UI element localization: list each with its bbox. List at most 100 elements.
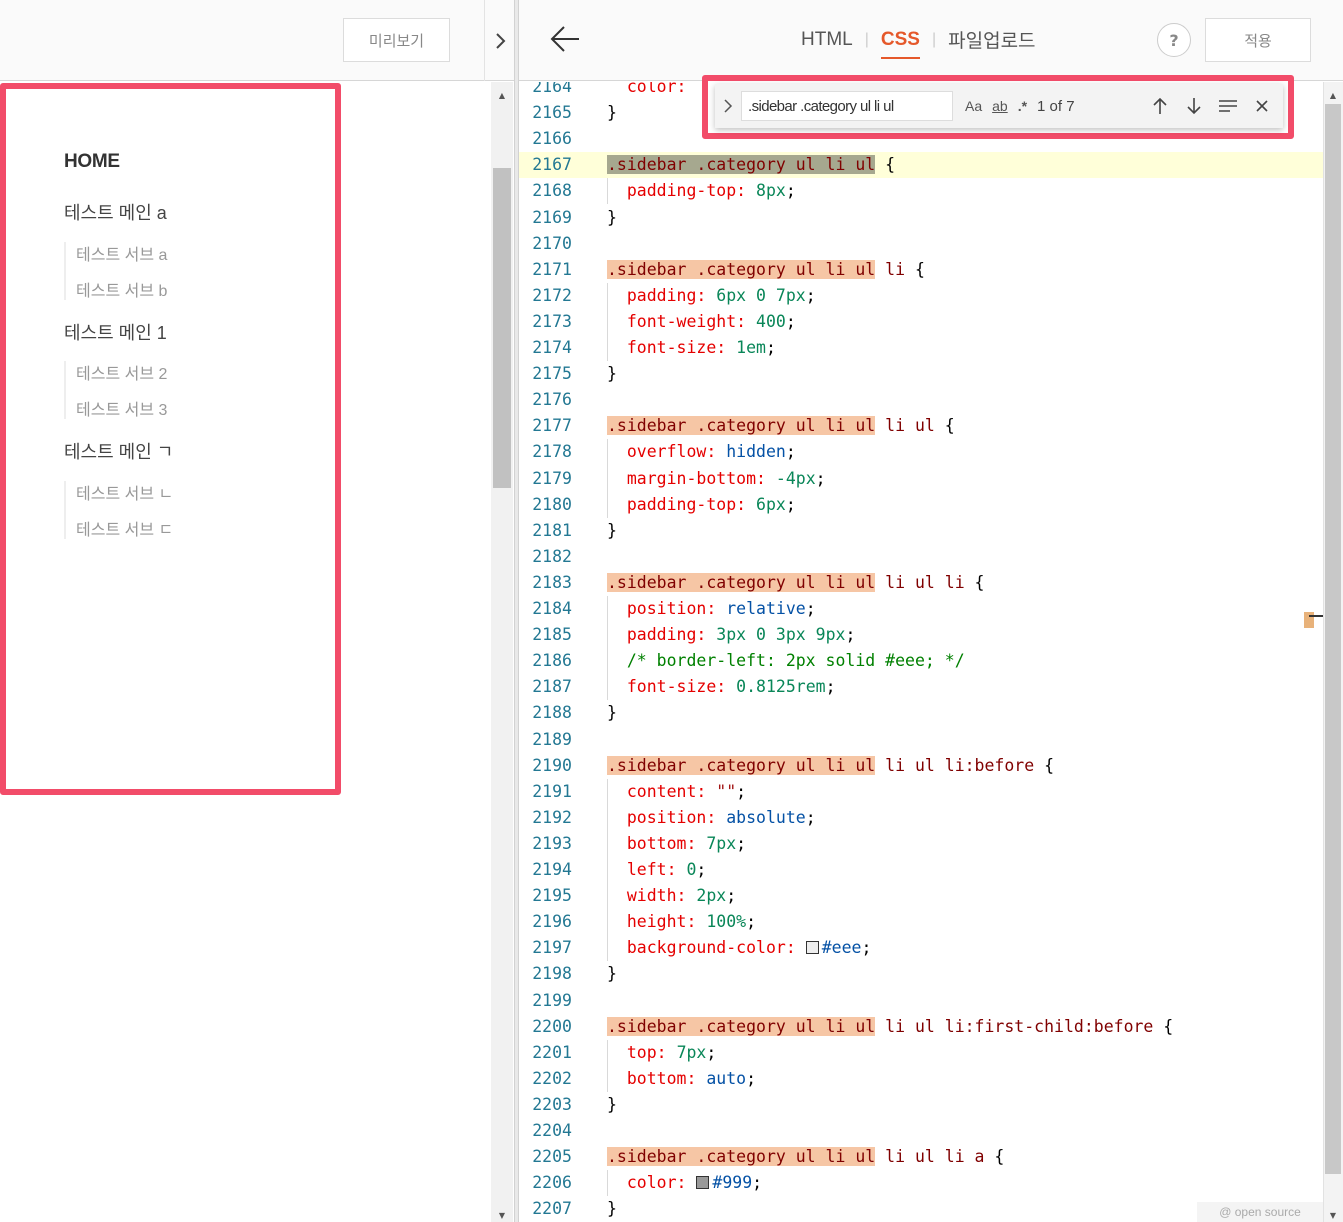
find-in-selection-button[interactable] [1211, 91, 1245, 121]
code-line[interactable]: 2206 color: #999; [519, 1170, 1323, 1196]
tab-file-upload[interactable]: 파일업로드 [948, 26, 1035, 53]
code-line[interactable]: 2195 width: 2px; [519, 883, 1323, 909]
line-number: 2171 [532, 259, 572, 279]
line-number: 2179 [532, 468, 572, 488]
code-line[interactable]: 2173 font-weight: 400; [519, 309, 1323, 335]
editor-scrollbar-thumb[interactable] [1325, 104, 1341, 1174]
code-text: .sidebar .category ul li ul { [607, 155, 896, 175]
line-number: 2188 [532, 703, 572, 723]
code-line[interactable]: 2204 [519, 1118, 1323, 1144]
code-line[interactable]: 2201 top: 7px; [519, 1040, 1323, 1066]
preview-scrollbar-thumb[interactable] [493, 168, 511, 488]
tab-separator: | [864, 30, 869, 48]
category-sub-item[interactable]: 테스트 서브 3 [76, 396, 167, 420]
code-line[interactable]: 2188} [519, 700, 1323, 726]
category-main-item[interactable]: 테스트 메인 1 [64, 319, 167, 345]
help-button[interactable]: ? [1157, 23, 1191, 57]
preview-button[interactable]: 미리보기 [343, 18, 450, 62]
whole-word-toggle[interactable]: ab [992, 98, 1008, 114]
code-line[interactable]: 2186 /* border-left: 2px solid #eee; */ [519, 648, 1323, 674]
category-sub-item[interactable]: 테스트 서브 ㄷ [76, 516, 173, 540]
line-number: 2170 [532, 233, 572, 253]
line-number: 2195 [532, 886, 572, 906]
code-line[interactable]: 2180 padding-top: 6px; [519, 492, 1323, 518]
scroll-up-icon[interactable]: ▲ [1323, 88, 1343, 102]
code-line[interactable]: 2175} [519, 361, 1323, 387]
code-line[interactable]: 2172 padding: 6px 0 7px; [519, 283, 1323, 309]
preview-header: 미리보기 [0, 0, 514, 81]
code-text: overflow: hidden; [626, 442, 796, 462]
code-editor[interactable]: 2164 color: 2165} 2166 2167 .sidebar .catego… [519, 82, 1323, 1222]
tab-css[interactable]: CSS [880, 29, 921, 59]
code-line[interactable]: 2191 content: ""; [519, 779, 1323, 805]
code-line[interactable]: 2179 margin-bottom: -4px; [519, 466, 1323, 492]
category-sub-item[interactable]: 테스트 서브 2 [76, 360, 167, 384]
category-sub-item[interactable]: 테스트 서브 ㄴ [76, 480, 173, 504]
line-number: 2197 [532, 938, 572, 958]
code-line[interactable]: 2184 position: relative; [519, 596, 1323, 622]
code-line[interactable]: 2193 bottom: 7px; [519, 831, 1323, 857]
find-replace-toggle[interactable] [719, 84, 737, 128]
next-match-button[interactable] [1177, 91, 1211, 121]
line-number: 2175 [532, 364, 572, 384]
code-line[interactable]: 2170 [519, 231, 1323, 257]
code-line[interactable]: 2182 [519, 544, 1323, 570]
code-line[interactable]: 2185 padding: 3px 0 3px 9px; [519, 622, 1323, 648]
line-number: 2165 [532, 103, 572, 123]
find-widget: .sidebar .category ul li ul Aa ab .* 1 o… [715, 84, 1283, 128]
code-line[interactable]: 2174 font-size: 1em; [519, 335, 1323, 361]
code-line[interactable]: 2181} [519, 518, 1323, 544]
indent-guide [607, 1170, 608, 1197]
line-number: 2185 [532, 625, 572, 645]
code-line[interactable]: 2199 [519, 988, 1323, 1014]
scroll-down-icon[interactable]: ▼ [491, 1208, 513, 1222]
code-line[interactable]: 2203} [519, 1092, 1323, 1118]
category-sub-item[interactable]: 테스트 서브 b [76, 277, 167, 301]
line-number: 2176 [532, 390, 572, 410]
sub-border-line [64, 481, 66, 539]
code-line[interactable]: 2205 .sidebar .category ul li ul li ul li… [519, 1144, 1323, 1170]
code-text: color: [626, 82, 687, 96]
scroll-up-icon[interactable]: ▲ [491, 88, 513, 102]
category-main-item[interactable]: 테스트 메인 ㄱ [64, 438, 173, 464]
sidebar-home-link[interactable]: HOME [64, 151, 120, 173]
category-main-item[interactable]: 테스트 메인 a [64, 199, 167, 225]
previous-match-button[interactable] [1143, 91, 1177, 121]
code-line[interactable]: 2167 .sidebar .category ul li ul { [519, 152, 1323, 179]
preview-pane: 미리보기 HOME 테스트 메인 a 테스트 서브 a 테스트 서브 b 테스트… [0, 0, 514, 1222]
code-line[interactable]: 2183 .sidebar .category ul li ul li ul li… [519, 570, 1323, 596]
editor-pane: HTML | CSS | 파일업로드 ? 적용 2164 color: 2165}… [519, 0, 1343, 1222]
match-case-toggle[interactable]: Aa [965, 98, 982, 114]
code-line[interactable]: 2168 padding-top: 8px; [519, 178, 1323, 204]
scroll-down-icon[interactable]: ▼ [1323, 1208, 1343, 1222]
apply-button[interactable]: 적용 [1205, 18, 1311, 62]
code-line[interactable]: 2187 font-size: 0.8125rem; [519, 674, 1323, 700]
code-line[interactable]: 2200 .sidebar .category ul li ul li ul li… [519, 1014, 1323, 1040]
collapse-toggle[interactable] [484, 0, 514, 81]
code-line[interactable]: 2176 [519, 387, 1323, 413]
tab-separator: | [931, 30, 937, 48]
category-sub-item[interactable]: 테스트 서브 a [76, 241, 167, 265]
code-line[interactable]: 2202 bottom: auto; [519, 1066, 1323, 1092]
line-number: 2191 [532, 781, 572, 801]
code-line[interactable]: 2178 overflow: hidden; [519, 439, 1323, 465]
regex-toggle[interactable]: .* [1018, 98, 1027, 114]
arrow-left-icon [550, 26, 579, 52]
code-text: color: #999; [626, 1173, 763, 1193]
code-line[interactable]: 2169} [519, 205, 1323, 231]
code-line[interactable]: 2192 position: absolute; [519, 805, 1323, 831]
find-input[interactable]: .sidebar .category ul li ul [741, 91, 953, 121]
code-line[interactable]: 2171 .sidebar .category ul li ul li { [519, 257, 1323, 283]
code-line[interactable]: 2190 .sidebar .category ul li ul li ul li… [519, 753, 1323, 779]
code-line[interactable]: 2194 left: 0; [519, 857, 1323, 883]
close-find-button[interactable] [1245, 91, 1279, 121]
tab-html[interactable]: HTML [801, 29, 853, 51]
code-line[interactable]: 2198} [519, 961, 1323, 987]
line-number: 2201 [532, 1042, 572, 1062]
code-line[interactable]: 2197 background-color: #eee; [519, 935, 1323, 961]
back-button[interactable] [549, 22, 583, 56]
code-line[interactable]: 2177 .sidebar .category ul li ul li ul { [519, 413, 1323, 439]
line-number: 2194 [532, 860, 572, 879]
code-line[interactable]: 2189 [519, 727, 1323, 753]
code-line[interactable]: 2196 height: 100%; [519, 909, 1323, 935]
